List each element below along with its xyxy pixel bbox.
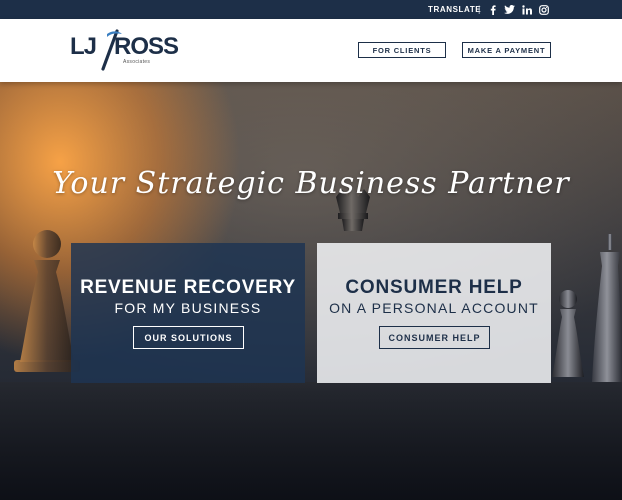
facebook-icon[interactable] xyxy=(488,3,498,16)
site-header: LJ ROSS Associates FOR CLIENTS MAKE A PA… xyxy=(0,19,622,82)
consumer-help-button[interactable]: CONSUMER HELP xyxy=(379,326,490,349)
our-solutions-button[interactable]: OUR SOLUTIONS xyxy=(133,326,244,349)
instagram-icon[interactable] xyxy=(538,3,549,16)
revenue-recovery-subtitle: FOR MY BUSINESS xyxy=(114,300,262,316)
consumer-help-card: CONSUMER HELP ON A PERSONAL ACCOUNT CONS… xyxy=(317,243,551,383)
revenue-recovery-title: REVENUE RECOVERY xyxy=(80,277,296,298)
chess-king-right-image xyxy=(592,234,622,382)
hero-tagline: Your Strategic Business Partner xyxy=(52,166,570,201)
translate-link[interactable]: TRANSLATE xyxy=(428,5,481,14)
consumer-help-subtitle: ON A PERSONAL ACCOUNT xyxy=(329,300,539,316)
chessboard-background xyxy=(0,382,622,500)
logo-tagline: Associates xyxy=(123,59,151,65)
logo-text-lj: LJ xyxy=(70,33,97,60)
make-a-payment-button[interactable]: MAKE A PAYMENT xyxy=(462,42,551,58)
twitter-icon[interactable] xyxy=(503,3,515,16)
consumer-help-title: CONSUMER HELP xyxy=(345,277,523,298)
for-clients-button[interactable]: FOR CLIENTS xyxy=(358,42,446,58)
hero-banner: Your Strategic Business Partner REVENUE … xyxy=(0,82,622,500)
top-bar: TRANSLATE | xyxy=(0,0,622,19)
linkedin-icon[interactable] xyxy=(521,3,532,16)
logo-text-ross: ROSS xyxy=(114,33,179,60)
chess-pawn-right-image xyxy=(552,290,584,377)
revenue-recovery-card: REVENUE RECOVERY FOR MY BUSINESS OUR SOL… xyxy=(71,243,305,383)
lj-ross-logo[interactable]: LJ ROSS Associates xyxy=(70,29,184,71)
topbar-separator: | xyxy=(478,4,481,14)
